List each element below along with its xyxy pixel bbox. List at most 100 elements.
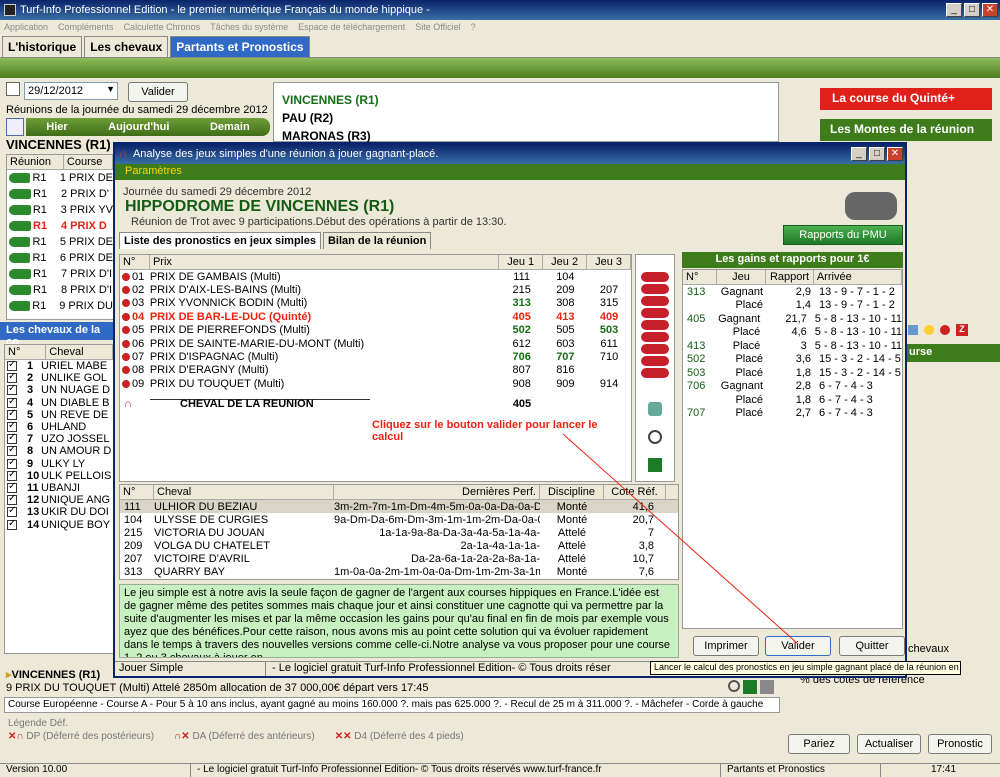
valider-button[interactable]: Valider — [765, 636, 831, 656]
export-icon[interactable] — [648, 458, 662, 472]
horse-checkbox[interactable] — [7, 408, 17, 420]
pronostic-row[interactable]: 06 PRIX DE SAINTE-MARIE-DU-MONT (Multi) 61… — [120, 337, 631, 350]
pronostic-row[interactable]: 02 PRIX D'AIX-LES-BAINS (Multi) 215 209 207 — [120, 283, 631, 296]
horse-perf-row[interactable]: 104 ULYSSE DE CURGIES 9a-Dm-Da-6m-Dm-3m-1m… — [120, 513, 678, 526]
menu-application[interactable]: Application — [4, 22, 48, 32]
dropdown-arrow-icon[interactable]: ▼ — [106, 84, 115, 94]
horse-row[interactable]: 11UBANJI — [5, 481, 113, 494]
horse-checkbox[interactable] — [7, 396, 17, 408]
print-icon[interactable] — [760, 680, 774, 694]
pronostic-row[interactable]: 03 PRIX YVONNICK BODIN (Multi) 313 308 315 — [120, 297, 631, 310]
horse-checkbox[interactable] — [7, 481, 17, 493]
horse-row[interactable]: 12UNIQUE ANG — [5, 493, 113, 506]
horse-row[interactable]: 14UNIQUE BOY — [5, 518, 113, 531]
nav-demain[interactable]: Demain — [210, 121, 250, 133]
pronostic-row[interactable]: 01 PRIX DE GAMBAIS (Multi) 111 104 — [120, 270, 631, 283]
menu-taches[interactable]: Tâches du système — [210, 22, 288, 32]
imprimer-button[interactable]: Imprimer — [693, 636, 759, 656]
horse-checkbox[interactable] — [7, 359, 17, 372]
date-picker[interactable]: 29/12/2012 ▼ — [24, 82, 118, 100]
pronostic-button[interactable]: Pronostic — [928, 734, 992, 754]
calendar-icon[interactable] — [6, 82, 20, 96]
search-icon[interactable] — [728, 680, 740, 692]
horse-checkbox[interactable] — [7, 371, 17, 384]
maximize-button[interactable]: □ — [964, 3, 980, 17]
horse-checkbox[interactable] — [7, 493, 17, 506]
dialog-minimize-button[interactable]: _ — [851, 147, 867, 161]
dialog-maximize-button[interactable]: □ — [869, 147, 885, 161]
horse-checkbox[interactable] — [7, 383, 17, 396]
horse-checkbox[interactable] — [7, 420, 17, 433]
quinte-button[interactable]: La course du Quinté+ — [820, 88, 992, 110]
copy-icon[interactable] — [908, 325, 918, 335]
validate-date-button[interactable]: Valider — [128, 82, 188, 102]
race-action-button[interactable] — [641, 320, 669, 330]
horse-row[interactable]: 7 UZO JOSSEL — [5, 432, 113, 445]
horse-row[interactable]: 2 UNLIKE GOL — [5, 371, 113, 384]
race-row[interactable]: R1 6 PRIX DE — [7, 250, 113, 266]
pronostic-row[interactable]: 04 PRIX DE BAR-LE-DUC (Quinté) 405 413 409 — [120, 310, 631, 323]
race-action-button[interactable] — [641, 368, 669, 378]
race-action-button[interactable] — [641, 356, 669, 366]
race-row[interactable]: R1 7 PRIX D'I — [7, 266, 113, 282]
params-bar[interactable]: Paramètres — [115, 164, 905, 180]
actualiser-button[interactable]: Actualiser — [857, 734, 921, 754]
race-row[interactable]: R1 5 PRIX DE — [7, 234, 113, 250]
horse-perf-row[interactable]: 209 VOLGA DU CHATELET 2a-1a-4a-1a-1a- Attel… — [120, 539, 678, 552]
menu-help[interactable]: ? — [471, 22, 476, 32]
menu-site[interactable]: Site Officiel — [415, 22, 460, 32]
horse-checkbox[interactable] — [7, 432, 17, 445]
tab-partants[interactable]: Partants et Pronostics — [170, 36, 310, 57]
dialog-close-button[interactable]: ✕ — [887, 147, 903, 161]
horse-row[interactable]: 6 UHLAND — [5, 420, 113, 433]
quitter-button[interactable]: Quitter — [839, 636, 905, 656]
horse-row[interactable]: 9 ULKY LY — [5, 457, 113, 470]
horse-row[interactable]: 1 URIEL MABE — [5, 359, 113, 372]
nav-hier[interactable]: Hier — [46, 121, 67, 133]
horse-row[interactable]: 4 UN DIABLE B — [5, 396, 113, 409]
bell-icon[interactable] — [924, 325, 934, 335]
menu-calculette[interactable]: Calculette Chronos — [124, 22, 201, 32]
race-row[interactable]: R1 8 PRIX D'I — [7, 282, 113, 298]
horse-perf-row[interactable]: 111 ULHIOR DU BEZIAU 3m-2m-7m-1m-Dm-4m-5m-… — [120, 500, 678, 513]
pronostic-row[interactable]: 09 PRIX DU TOUQUET (Multi) 908 909 914 — [120, 377, 631, 390]
tab-historique[interactable]: L'historique — [2, 36, 83, 57]
horse-perf-row[interactable]: 207 VICTOIRE D'AVRIL Da-2a-6a-1a-2a-2a-8a-… — [120, 552, 678, 565]
race-row[interactable]: R1 1 PRIX DE — [7, 170, 113, 186]
horse-perf-row[interactable]: 313 QUARRY BAY 1m-0a-0a-2m-1m-0a-0a-Dm-1m-… — [120, 565, 678, 578]
tab-bilan[interactable]: Bilan de la réunion — [322, 232, 432, 249]
race-action-button[interactable] — [641, 308, 669, 318]
horse-checkbox[interactable] — [7, 505, 17, 518]
excel-icon[interactable] — [743, 680, 757, 694]
race-action-button[interactable] — [641, 344, 669, 354]
horse-row[interactable]: 8 UN AMOUR D — [5, 444, 113, 457]
race-row[interactable]: R1 4 PRIX D — [7, 218, 113, 234]
z-icon[interactable]: Z — [956, 324, 968, 336]
race-row[interactable]: R1 2 PRIX D' — [7, 186, 113, 202]
horse-row[interactable]: 5 UN REVE DE — [5, 408, 113, 421]
close-button[interactable]: ✕ — [982, 3, 998, 17]
race-action-button[interactable] — [641, 284, 669, 294]
alert-icon[interactable] — [940, 325, 950, 335]
menu-telechargement[interactable]: Espace de téléchargement — [298, 22, 405, 32]
pronostic-row[interactable]: 08 PRIX D'ERAGNY (Multi) 807 816 — [120, 364, 631, 377]
horse-row[interactable]: 3 UN NUAGE D — [5, 383, 113, 396]
mini-calendar-icon[interactable] — [6, 118, 24, 136]
race-row[interactable]: R1 9 PRIX DU — [7, 298, 113, 314]
stopwatch-icon[interactable] — [648, 430, 662, 444]
help-icon[interactable] — [648, 402, 662, 416]
tab-chevaux[interactable]: Les chevaux — [84, 36, 169, 57]
menu-complements[interactable]: Compléments — [58, 22, 114, 32]
horse-perf-row[interactable]: 215 VICTORIA DU JOUAN 1a-1a-9a-8a-Da-3a-4a… — [120, 526, 678, 539]
tab-liste-pronostics[interactable]: Liste des pronostics en jeux simples — [119, 232, 321, 249]
reunion-pau[interactable]: PAU (R2) — [282, 109, 770, 127]
pronostic-row[interactable]: 05 PRIX DE PIERREFONDS (Multi) 502 505 503 — [120, 324, 631, 337]
montes-button[interactable]: Les Montes de la réunion — [820, 119, 992, 141]
reunion-vincennes[interactable]: VINCENNES (R1) — [282, 91, 770, 109]
race-row[interactable]: R1 3 PRIX YV — [7, 202, 113, 218]
race-action-button[interactable] — [641, 332, 669, 342]
pmu-button[interactable]: Rapports du PMU — [783, 225, 903, 245]
horse-checkbox[interactable] — [7, 469, 17, 481]
horse-row[interactable]: 10ULK PELLOIS — [5, 469, 113, 482]
horse-row[interactable]: 13UKIR DU DOI — [5, 505, 113, 518]
